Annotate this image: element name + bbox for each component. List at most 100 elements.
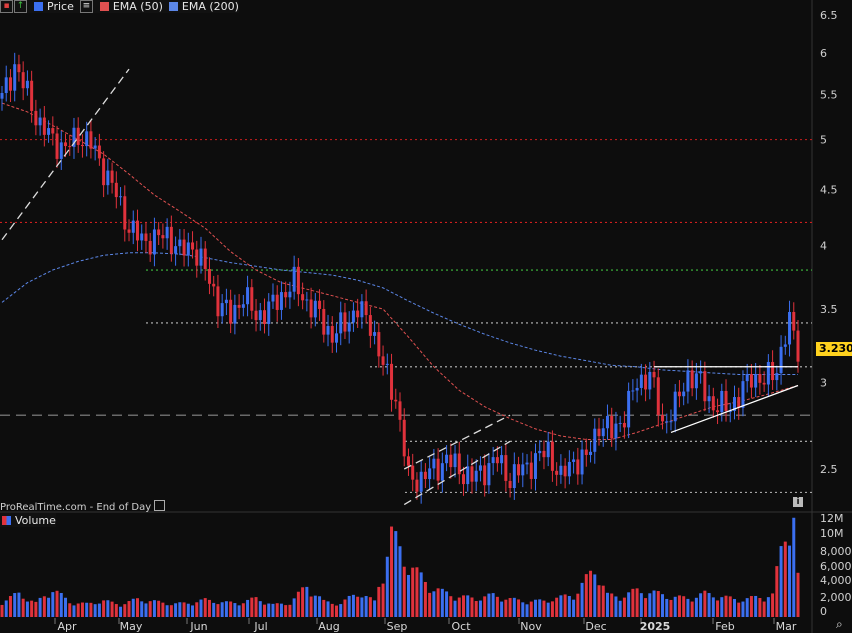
volume-bar <box>639 593 643 617</box>
candle-body <box>203 248 207 270</box>
candle-body <box>529 462 533 479</box>
volume-bar <box>182 602 186 617</box>
candle-body <box>758 374 762 383</box>
volume-bar <box>364 596 368 617</box>
ema50-swatch <box>99 2 109 11</box>
volume-bar <box>567 596 571 617</box>
candle-body <box>428 468 432 480</box>
candle-body <box>4 77 8 94</box>
volume-bar <box>390 526 394 617</box>
volume-bar <box>21 598 25 617</box>
candle-body <box>254 310 258 321</box>
candle-body <box>89 131 93 149</box>
volume-bar <box>169 605 173 617</box>
price-legend: ▪ ↑ Price ≡ EMA (50) EMA (200) <box>0 0 239 13</box>
ema200-legend-label[interactable]: EMA (200) <box>182 0 239 13</box>
volume-tick-label: 0 <box>820 605 827 618</box>
time-axis[interactable]: Apr May Jun Jul Aug Sep Oct Nov Dec 2025 Feb Mar <box>54 618 797 633</box>
candle-body <box>339 312 343 334</box>
price-axis[interactable]: 2.5 3 3.5 4 4.5 5 5.5 6 6.5 <box>820 9 838 476</box>
volume-bar <box>690 601 694 617</box>
candle-body <box>17 64 21 73</box>
price-tick-label: 4 <box>820 240 827 253</box>
volume-bar <box>275 603 279 617</box>
candle-body <box>487 463 491 486</box>
volume-bar <box>42 596 46 617</box>
candle-body <box>288 291 292 298</box>
volume-bar <box>288 604 292 617</box>
candle-body <box>648 371 652 390</box>
price-chart[interactable]: 2.5 3 3.5 4 4.5 5 5.5 6 6.5 12M 10M 8,000K 6,000K4,… <box>0 0 852 633</box>
volume-bar <box>661 594 665 617</box>
volume-legend-label[interactable]: Volume <box>15 514 56 527</box>
volume-bar <box>398 546 402 617</box>
volume-bar <box>449 596 453 617</box>
volume-bar <box>504 599 508 617</box>
volume-bar <box>195 602 199 617</box>
candle-body <box>275 294 279 310</box>
candle-body <box>76 127 80 145</box>
volume-bar <box>368 597 372 617</box>
menu-icon[interactable]: ≡ <box>79 0 93 13</box>
volume-bar <box>788 545 792 617</box>
volume-bar <box>186 603 190 617</box>
candle-body <box>766 361 770 385</box>
volume-bar <box>605 592 609 617</box>
volume-bar <box>203 598 207 617</box>
watermark: ProRealTime.com - End of Day <box>0 500 166 513</box>
volume-bar <box>93 604 97 617</box>
volume-bar <box>97 603 101 617</box>
candle-body <box>419 471 423 492</box>
volume-bar <box>694 597 698 617</box>
volume-bar <box>292 598 296 617</box>
volume-bar <box>305 586 309 617</box>
info-icon[interactable]: i <box>793 497 803 507</box>
candle-body <box>284 292 288 298</box>
volume-bar <box>135 598 139 617</box>
volume-bar <box>529 601 533 617</box>
candle-body <box>771 361 775 381</box>
volume-tick-label: 6,000K <box>820 560 852 573</box>
time-tick-label: Oct <box>451 620 471 633</box>
candle-body <box>622 422 626 428</box>
volume-axis[interactable]: 12M 10M 8,000K 6,000K4,000K 2,000K0 <box>820 512 852 618</box>
candle-body <box>140 233 144 241</box>
volume-bar <box>330 603 334 617</box>
price-tick-label: 5 <box>820 134 827 147</box>
volume-bar <box>546 602 550 617</box>
volume-bar <box>51 592 55 617</box>
calendar-icon[interactable] <box>154 500 166 511</box>
volume-bar <box>665 598 669 617</box>
volume-bar <box>80 602 84 617</box>
expand-icon[interactable]: ↑ <box>14 0 27 13</box>
volume-bar <box>254 597 258 617</box>
candle-body <box>686 370 690 392</box>
volume-bar <box>732 598 736 617</box>
candle-body <box>241 304 245 308</box>
zoom-icon[interactable]: ⌕ <box>836 617 843 632</box>
minimize-icon[interactable]: ▪ <box>0 0 13 13</box>
volume-bar <box>478 600 482 617</box>
volume-bar <box>4 600 8 617</box>
volume-bar <box>766 597 770 617</box>
volume-bar <box>707 593 711 617</box>
candle-body <box>737 397 741 408</box>
volume-bar <box>470 597 474 617</box>
volume-bar <box>436 588 440 617</box>
candle-body <box>792 311 796 331</box>
volume-bar <box>741 601 745 617</box>
ema50-legend-label[interactable]: EMA (50) <box>113 0 163 13</box>
volume-bar <box>89 602 93 617</box>
candle-body <box>360 301 364 318</box>
ema200-swatch <box>168 2 178 11</box>
volume-bar <box>241 603 245 617</box>
candle-body <box>741 381 745 408</box>
volume-bar <box>34 601 38 617</box>
candle-body <box>207 269 211 284</box>
candle-body <box>436 458 440 481</box>
volume-bar <box>334 605 338 617</box>
volume-bar <box>127 601 131 617</box>
price-legend-label[interactable]: Price <box>47 0 74 13</box>
candle-body <box>334 333 338 343</box>
volume-bar <box>106 600 110 617</box>
